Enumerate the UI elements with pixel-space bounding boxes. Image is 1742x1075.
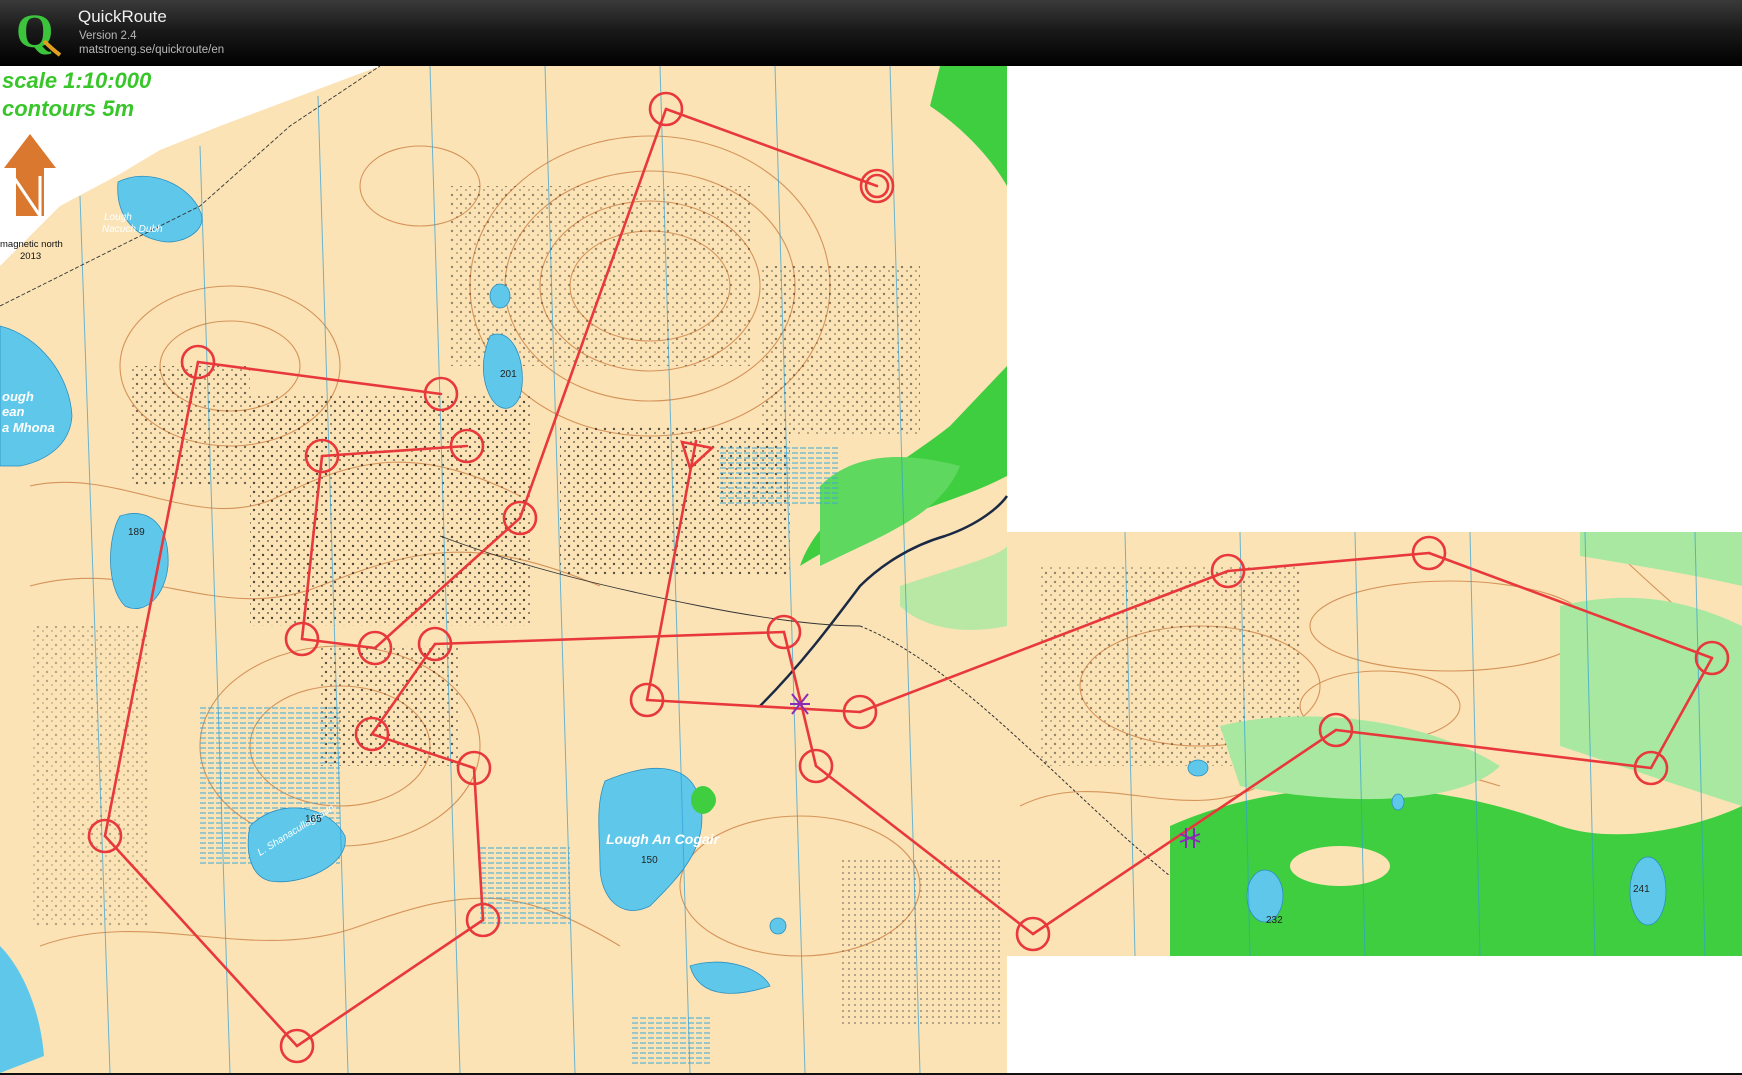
lake-label-line: Lough xyxy=(104,212,132,223)
app-title: QuickRoute xyxy=(78,7,167,26)
orienteering-map: scale 1:10:000 contours 5m magnetic nort… xyxy=(0,66,1742,1073)
lake-label-line: Lough An Cogair xyxy=(606,831,721,847)
spot-height: 232 xyxy=(1266,915,1283,926)
lake-label-line: ean xyxy=(2,404,24,419)
logo-letter: Q xyxy=(16,5,53,58)
north-year: 2013 xyxy=(20,251,41,262)
spot-height: 150 xyxy=(641,855,658,866)
north-label: magnetic north xyxy=(0,239,63,250)
quickroute-logo-icon: Q xyxy=(16,5,62,58)
spot-height: 201 xyxy=(500,369,517,380)
scale-label: scale 1:10:000 xyxy=(2,68,152,93)
island xyxy=(691,786,715,814)
lake-label-line: Nacuch Dubh xyxy=(102,224,163,235)
spot-height: 189 xyxy=(128,527,145,538)
lake-label-line: ough xyxy=(2,389,34,404)
spot-height: 165 xyxy=(305,814,322,825)
spot-height: 241 xyxy=(1633,884,1650,895)
app-version: Version 2.4 xyxy=(79,30,137,42)
title-bar: Q QuickRoute Version 2.4 matstroeng.se/q… xyxy=(0,0,1742,66)
lake-label-line: a Mhona xyxy=(2,420,55,435)
app-url: matstroeng.se/quickroute/en xyxy=(79,44,225,56)
contours-label: contours 5m xyxy=(2,96,134,121)
